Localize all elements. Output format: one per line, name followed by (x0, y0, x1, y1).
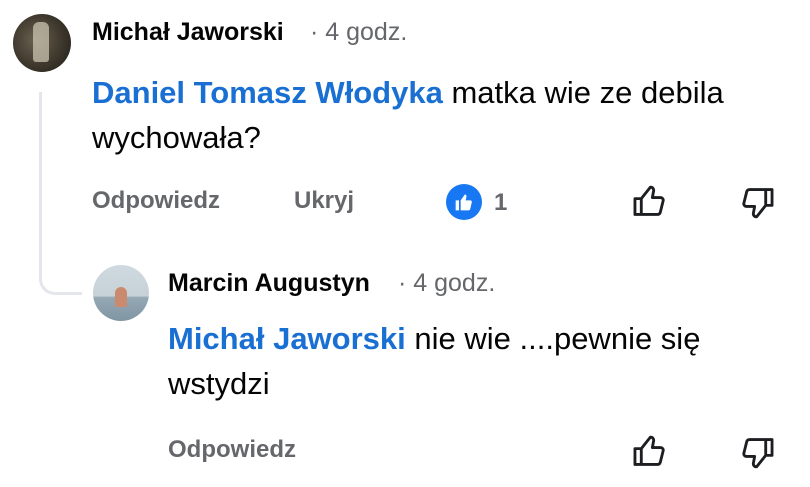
thumb-up-outline-icon[interactable] (631, 432, 669, 470)
reply-button[interactable]: Odpowiedz (92, 187, 220, 215)
reply-author[interactable]: Marcin Augustyn (168, 269, 370, 298)
comment-time[interactable]: · 4 godz. (310, 18, 407, 47)
thumb-up-outline-icon[interactable] (631, 182, 669, 220)
thumb-down-outline-icon[interactable] (738, 184, 776, 222)
hide-button[interactable]: Ukryj (294, 187, 354, 215)
reply-button[interactable]: Odpowiedz (168, 436, 296, 464)
avatar[interactable] (13, 14, 71, 72)
reply-text: Michał Jaworski nie wie ....pewnie się w… (168, 316, 788, 406)
reply-time[interactable]: · 4 godz. (398, 269, 495, 298)
avatar[interactable] (93, 265, 149, 321)
comment-author[interactable]: Michał Jaworski (92, 18, 284, 47)
thumb-down-outline-icon[interactable] (738, 434, 776, 472)
mention-link[interactable]: Michał Jaworski (168, 321, 406, 356)
mention-link[interactable]: Daniel Tomasz Włodyka (92, 75, 443, 110)
thread-line (39, 92, 82, 295)
reaction-count[interactable]: 1 (494, 189, 507, 217)
comment-text: Daniel Tomasz Włodyka matka wie ze debil… (92, 70, 782, 160)
like-reaction-icon[interactable] (446, 184, 482, 220)
